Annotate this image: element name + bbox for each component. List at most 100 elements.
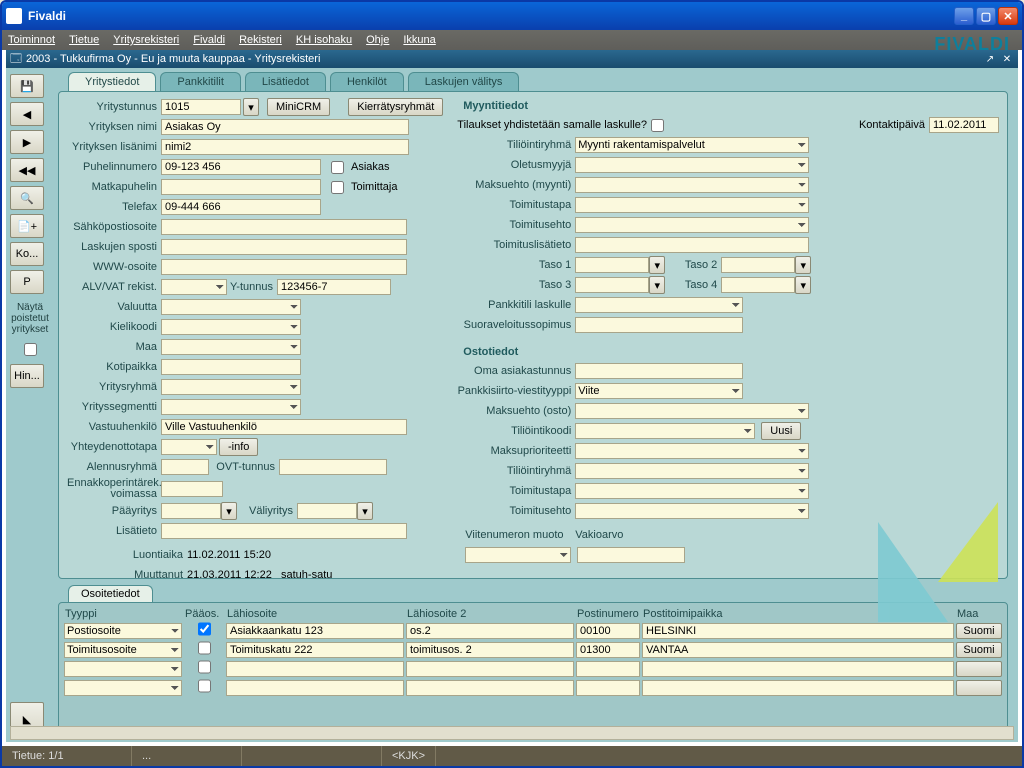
matkapuhelin-input[interactable] (161, 179, 321, 195)
tab-yritystiedot[interactable]: Yritystiedot (68, 72, 156, 91)
addr-lahi1-input[interactable] (226, 623, 404, 639)
menu-fivaldi[interactable]: Fivaldi (193, 34, 225, 46)
toimitustapa2-select[interactable] (575, 483, 809, 499)
menu-toiminnot[interactable]: Toiminnot (8, 34, 55, 46)
taso3-input[interactable] (575, 277, 649, 293)
tiliointiryhma-select[interactable]: Myynti rakentamispalvelut (575, 137, 809, 153)
taso4-input[interactable] (721, 277, 795, 293)
menu-tietue[interactable]: Tietue (69, 34, 99, 46)
addr-lahi2-input[interactable] (406, 680, 574, 696)
addr-lahi2-input[interactable] (406, 642, 574, 658)
rewind-icon[interactable]: ◀◀ (10, 158, 44, 182)
uusi-button[interactable]: Uusi (761, 422, 801, 440)
addr-maa-button[interactable]: Suomi (956, 642, 1002, 658)
taso2-lookup-icon[interactable]: ▾ (795, 256, 811, 274)
info-button[interactable]: -info (219, 438, 258, 456)
addr-tyyppi-select[interactable]: Postiosoite (64, 623, 182, 639)
toimitusehto2-select[interactable] (575, 503, 809, 519)
telefax-input[interactable] (161, 199, 321, 215)
menu-yritysrekisteri[interactable]: Yritysrekisteri (113, 34, 179, 46)
paayritys-lookup-icon[interactable]: ▾ (221, 502, 237, 520)
addr-maa-button[interactable]: Suomi (956, 623, 1002, 639)
ovt-input[interactable] (279, 459, 387, 475)
inner-resize-icon[interactable]: ↗ (983, 52, 997, 66)
ytunnus-input[interactable] (277, 279, 391, 295)
taso1-input[interactable] (575, 257, 649, 273)
asiakas-checkbox[interactable] (331, 161, 344, 174)
addr-maa-button[interactable] (956, 661, 1002, 677)
minicrm-button[interactable]: MiniCRM (267, 98, 330, 116)
addr-lahi2-input[interactable] (406, 623, 574, 639)
p-button[interactable]: P (10, 270, 44, 294)
addr-paaos-checkbox[interactable] (198, 621, 211, 637)
addr-paaos-checkbox[interactable] (198, 678, 211, 694)
menu-rekisteri[interactable]: Rekisteri (239, 34, 282, 46)
inner-close-icon[interactable]: ✕ (1000, 52, 1014, 66)
oma-asiakastunnus-input[interactable] (575, 363, 743, 379)
email-input[interactable] (161, 219, 407, 235)
toimittaja-checkbox[interactable] (331, 181, 344, 194)
lisatieto-input[interactable] (161, 523, 407, 539)
hin-button[interactable]: Hin... (10, 364, 44, 388)
minimize-icon[interactable]: _ (954, 7, 974, 25)
addr-paaos-checkbox[interactable] (198, 640, 211, 656)
yritystunnus-lookup-icon[interactable]: ▾ (243, 98, 259, 116)
taso3-lookup-icon[interactable]: ▾ (649, 276, 665, 294)
alv-select[interactable] (161, 279, 227, 295)
tab-lisatiedot[interactable]: Lisätiedot (245, 72, 326, 91)
tab-laskujen-valitys[interactable]: Laskujen välitys (408, 72, 520, 91)
puhelinnumero-input[interactable] (161, 159, 321, 175)
addr-lahi1-input[interactable] (226, 661, 404, 677)
prev-icon[interactable]: ◀ (10, 102, 44, 126)
addr-pnro-input[interactable] (576, 661, 640, 677)
valuutta-select[interactable] (161, 299, 301, 315)
tiliointiryhma2-select[interactable] (575, 463, 809, 479)
maximize-icon[interactable]: ▢ (976, 7, 996, 25)
addr-tyyppi-select[interactable]: Toimitusosoite (64, 642, 182, 658)
addr-ptp-input[interactable] (642, 661, 954, 677)
addr-lahi2-input[interactable] (406, 661, 574, 677)
vakioarvo-input[interactable] (577, 547, 685, 563)
ko-button[interactable]: Ko... (10, 242, 44, 266)
toimituslisatieto-input[interactable] (575, 237, 809, 253)
yrityssegmentti-select[interactable] (161, 399, 301, 415)
save-icon[interactable]: 💾 (10, 74, 44, 98)
valiyritys-lookup-icon[interactable]: ▾ (357, 502, 373, 520)
tab-henkilot[interactable]: Henkilöt (330, 72, 404, 91)
toimitustapa-select[interactable] (575, 197, 809, 213)
yrityksen-nimi-input[interactable] (161, 119, 409, 135)
addr-tyyppi-select[interactable] (64, 661, 182, 677)
vastuuhenkilo-input[interactable] (161, 419, 407, 435)
maa-select[interactable] (161, 339, 301, 355)
maksuehto-osto-select[interactable] (575, 403, 809, 419)
tab-pankkitilit[interactable]: Pankkitilit (160, 72, 240, 91)
kielikoodi-select[interactable] (161, 319, 301, 335)
show-deleted-checkbox[interactable] (24, 343, 37, 356)
yritysryhma-select[interactable] (161, 379, 301, 395)
addr-ptp-input[interactable] (642, 642, 954, 658)
tilaukset-checkbox[interactable] (651, 119, 664, 132)
add-doc-icon[interactable]: 📄+ (10, 214, 44, 238)
addr-pnro-input[interactable] (576, 680, 640, 696)
www-input[interactable] (161, 259, 407, 275)
tiliointikoodi-select[interactable] (575, 423, 755, 439)
menu-ohje[interactable]: Ohje (366, 34, 389, 46)
kierratysryhmat-button[interactable]: Kierrätysryhmät (348, 98, 443, 116)
addr-pnro-input[interactable] (576, 642, 640, 658)
taso2-input[interactable] (721, 257, 795, 273)
alennusryhma-input[interactable] (161, 459, 209, 475)
taso4-lookup-icon[interactable]: ▾ (795, 276, 811, 294)
close-icon[interactable]: ✕ (998, 7, 1018, 25)
menu-ikkuna[interactable]: Ikkuna (403, 34, 435, 46)
next-icon[interactable]: ▶ (10, 130, 44, 154)
menu-khisohaku[interactable]: KH isohaku (296, 34, 352, 46)
addr-tyyppi-select[interactable] (64, 680, 182, 696)
addr-pnro-input[interactable] (576, 623, 640, 639)
addr-ptp-input[interactable] (642, 623, 954, 639)
paayritys-input[interactable] (161, 503, 221, 519)
yritystunnus-input[interactable] (161, 99, 241, 115)
pankkitili-select[interactable] (575, 297, 743, 313)
oletusmyyja-select[interactable] (575, 157, 809, 173)
addr-lahi1-input[interactable] (226, 680, 404, 696)
valiyritys-input[interactable] (297, 503, 357, 519)
